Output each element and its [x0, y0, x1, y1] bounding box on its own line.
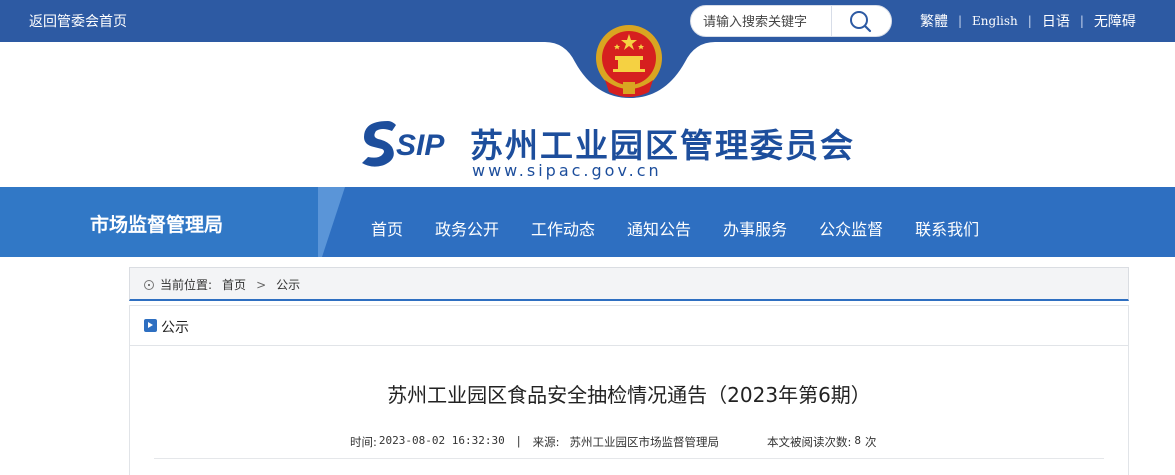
meta-divider: |	[516, 434, 521, 448]
lang-japanese-link[interactable]: 日语	[1032, 11, 1080, 31]
breadcrumb-label: 当前位置:	[160, 278, 213, 292]
nav-item-services[interactable]: 办事服务	[707, 216, 803, 240]
panel-header: 公示	[130, 306, 1128, 346]
accessibility-link[interactable]: 无障碍	[1084, 11, 1146, 31]
location-icon	[144, 279, 154, 290]
breadcrumb-current-link[interactable]: 公示	[276, 276, 300, 293]
meta-source-value: 苏州工业园区市场监督管理局	[569, 435, 719, 449]
nav-item-supervision[interactable]: 公众监督	[803, 216, 899, 240]
sip-logo: SIP	[362, 121, 445, 167]
meta-views-unit: 次	[864, 435, 877, 449]
nav-item-work-news[interactable]: 工作动态	[515, 216, 611, 240]
search-button[interactable]	[841, 9, 881, 33]
nav-item-notices[interactable]: 通知公告	[611, 216, 707, 240]
meta-source-label: 来源:	[532, 435, 560, 449]
search-box	[690, 5, 892, 37]
search-icon	[850, 11, 872, 33]
meta-divider-line	[154, 458, 1104, 459]
nav-item-gov-info[interactable]: 政务公开	[419, 216, 515, 240]
article-title: 苏州工业园区食品安全抽检情况通告（2023年第6期）	[387, 383, 871, 407]
meta-views-label: 本文被阅读次数:	[766, 435, 852, 449]
nav-item-contact[interactable]: 联系我们	[899, 216, 995, 240]
back-to-home-link[interactable]: 返回管委会首页	[29, 11, 127, 31]
panel-title: 公示	[161, 320, 189, 336]
main-nav: 首页 政务公开 工作动态 通知公告 办事服务 公众监督 联系我们	[355, 216, 995, 240]
meta-time-value: 2023-08-02 16:32:30	[378, 434, 505, 447]
breadcrumb-bar: 当前位置: 首页 > 公示	[129, 267, 1129, 301]
language-links: 繁體 | English | 日语 | 无障碍	[910, 11, 1146, 31]
lang-english-link[interactable]: English	[962, 14, 1028, 28]
section-arrow-icon	[144, 319, 157, 332]
logo-text: SIP	[396, 129, 445, 162]
site-url: www.sipac.gov.cn	[472, 161, 662, 180]
search-divider	[831, 6, 832, 36]
article-meta: 时间: 2023-08-02 16:32:30 | 来源: 苏州工业园区市场监督…	[350, 434, 876, 450]
chevron-right-icon: >	[256, 277, 267, 292]
search-input[interactable]	[703, 12, 831, 32]
meta-time-label: 时间:	[350, 435, 377, 449]
breadcrumb-home-link[interactable]: 首页	[222, 276, 246, 293]
nav-item-home[interactable]: 首页	[355, 216, 419, 240]
breadcrumb: 当前位置: 首页 > 公示	[144, 276, 300, 293]
site-title: 苏州工业园区管理委员会	[470, 126, 855, 165]
content-panel: 公示 苏州工业园区食品安全抽检情况通告（2023年第6期） 时间: 2023-0…	[129, 305, 1129, 475]
top-bar: 返回管委会首页 繁體 | English | 日语 | 无障碍	[0, 0, 1175, 42]
meta-views-value: 8	[854, 434, 861, 447]
lang-traditional-link[interactable]: 繁體	[910, 11, 958, 31]
national-emblem-icon	[596, 25, 662, 97]
department-name: 市场监督管理局	[90, 214, 224, 236]
